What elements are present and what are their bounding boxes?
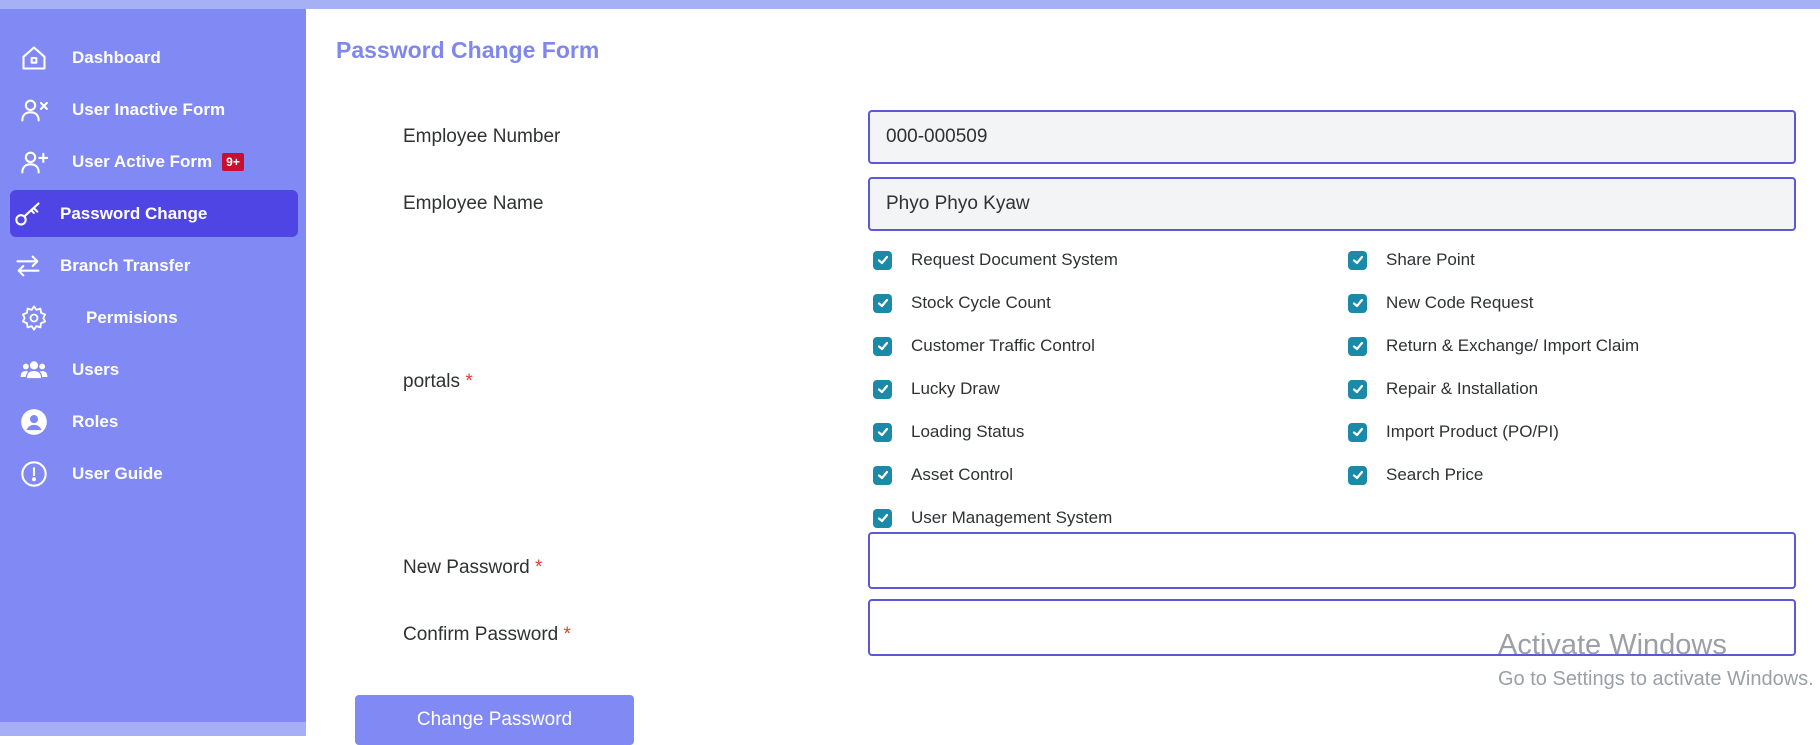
portal-label: Lucky Draw <box>911 379 1000 398</box>
portal-label: Search Price <box>1386 465 1484 484</box>
new-password-input[interactable] <box>868 532 1796 589</box>
sidebar-item-label: User Guide <box>72 463 163 483</box>
sidebar-item-user-inactive-form[interactable]: User Inactive Form <box>10 86 298 133</box>
checkbox-checked-icon[interactable] <box>873 293 892 313</box>
sidebar-item-user-guide[interactable]: User Guide <box>10 450 298 497</box>
change-password-button[interactable]: Change Password <box>355 695 634 745</box>
key-icon <box>10 196 46 232</box>
info-circle-icon <box>16 456 52 492</box>
portals-label: portals * <box>403 371 473 393</box>
employee-number-input[interactable] <box>868 110 1796 164</box>
checkbox-checked-icon[interactable] <box>873 422 892 442</box>
user-circle-icon <box>16 404 52 440</box>
portal-label: Stock Cycle Count <box>911 293 1051 312</box>
sidebar-item-label: Users <box>72 359 120 379</box>
sidebar-item-users[interactable]: Users <box>10 346 298 393</box>
required-mark: * <box>465 371 473 392</box>
sidebar-item-label: User Inactive Form <box>72 99 226 119</box>
portal-label: Return & Exchange/ Import Claim <box>1386 336 1640 355</box>
portal-label: Customer Traffic Control <box>911 336 1095 355</box>
portal-checkbox[interactable]: Loading Status <box>873 422 1024 442</box>
checkbox-checked-icon[interactable] <box>873 379 892 399</box>
portal-checkbox[interactable]: Import Product (PO/PI) <box>1348 422 1559 442</box>
portal-checkbox[interactable]: Request Document System <box>873 250 1118 270</box>
checkbox-checked-icon[interactable] <box>873 508 892 528</box>
portal-label: Repair & Installation <box>1386 379 1539 398</box>
portal-checkbox[interactable]: Stock Cycle Count <box>873 293 1051 313</box>
sidebar-item-roles[interactable]: Roles <box>10 398 298 445</box>
sidebar-item-permisions[interactable]: Permisions <box>10 294 298 341</box>
sidebar-scroll-strip <box>0 722 306 736</box>
portal-checkbox[interactable]: Asset Control <box>873 465 1013 485</box>
page-title: Password Change Form <box>336 37 600 63</box>
checkbox-checked-icon[interactable] <box>1348 422 1367 442</box>
portal-checkbox[interactable]: Share Point <box>1348 250 1475 270</box>
confirm-password-label: Confirm Password * <box>403 624 571 646</box>
watermark-subtitle: Go to Settings to activate Windows. <box>1498 668 1814 690</box>
portal-label: New Code Request <box>1386 293 1534 312</box>
checkbox-checked-icon[interactable] <box>1348 379 1367 399</box>
transfer-arrows-icon <box>10 248 46 284</box>
activate-windows-watermark: Activate Windows Go to Settings to activ… <box>1498 629 1814 691</box>
portal-label: Asset Control <box>911 465 1014 484</box>
portal-label: Request Document System <box>911 250 1118 269</box>
sidebar-item-user-active-form[interactable]: User Active Form 9+ <box>10 138 298 185</box>
portal-label: User Management System <box>911 508 1113 527</box>
portal-label: Import Product (PO/PI) <box>1386 422 1559 441</box>
portal-checkbox[interactable]: User Management System <box>873 508 1112 528</box>
confirm-password-label-text: Confirm Password <box>403 624 559 645</box>
home-icon <box>16 40 52 76</box>
sidebar-item-label: Permisions <box>86 307 178 327</box>
sidebar-item-label: Dashboard <box>72 47 161 67</box>
portal-checkbox[interactable]: Repair & Installation <box>1348 379 1538 399</box>
sidebar-item-label: User Active Form <box>72 151 213 171</box>
checkbox-checked-icon[interactable] <box>1348 465 1367 485</box>
portal-checkbox[interactable]: New Code Request <box>1348 293 1533 313</box>
sidebar-item-label: Branch Transfer <box>60 255 191 275</box>
required-mark: * <box>563 624 571 645</box>
sidebar-item-dashboard[interactable]: Dashboard <box>10 34 298 81</box>
sidebar-item-label: Password Change <box>60 203 208 223</box>
checkbox-checked-icon[interactable] <box>1348 336 1367 356</box>
checkbox-checked-icon[interactable] <box>1348 250 1367 270</box>
sidebar-item-branch-transfer[interactable]: Branch Transfer <box>10 242 298 289</box>
portal-checkbox[interactable]: Return & Exchange/ Import Claim <box>1348 336 1639 356</box>
sidebar-item-password-change[interactable]: Password Change <box>10 190 298 237</box>
portal-checkbox[interactable]: Customer Traffic Control <box>873 336 1095 356</box>
portal-checkbox[interactable]: Lucky Draw <box>873 379 1000 399</box>
sidebar-item-label: Roles <box>72 411 119 431</box>
sidebar: Dashboard User Inactive Form User Active… <box>0 9 306 736</box>
portal-label: Loading Status <box>911 422 1025 441</box>
portal-checkbox[interactable]: Search Price <box>1348 465 1483 485</box>
top-accent-bar <box>0 0 1820 9</box>
watermark-title: Activate Windows <box>1498 629 1727 661</box>
employee-name-label: Employee Name <box>403 193 543 215</box>
new-password-label-text: New Password <box>403 557 530 578</box>
user-plus-icon <box>16 144 52 180</box>
portals-label-text: portals <box>403 371 461 392</box>
users-icon <box>16 352 52 388</box>
portal-label: Share Point <box>1386 250 1475 269</box>
user-x-icon <box>16 92 52 128</box>
new-password-label: New Password * <box>403 557 542 579</box>
employee-name-input[interactable] <box>868 177 1796 231</box>
checkbox-checked-icon[interactable] <box>873 336 892 356</box>
employee-number-label: Employee Number <box>403 126 561 147</box>
checkbox-checked-icon[interactable] <box>873 250 892 270</box>
required-mark: * <box>535 557 543 578</box>
gear-icon <box>16 300 52 336</box>
checkbox-checked-icon[interactable] <box>873 465 892 485</box>
notification-badge: 9+ <box>222 152 244 171</box>
employee-name-label-text: Employee Name <box>403 193 544 214</box>
checkbox-checked-icon[interactable] <box>1348 293 1367 313</box>
main-content: Password Change Form Employee Number Emp… <box>306 9 1820 745</box>
